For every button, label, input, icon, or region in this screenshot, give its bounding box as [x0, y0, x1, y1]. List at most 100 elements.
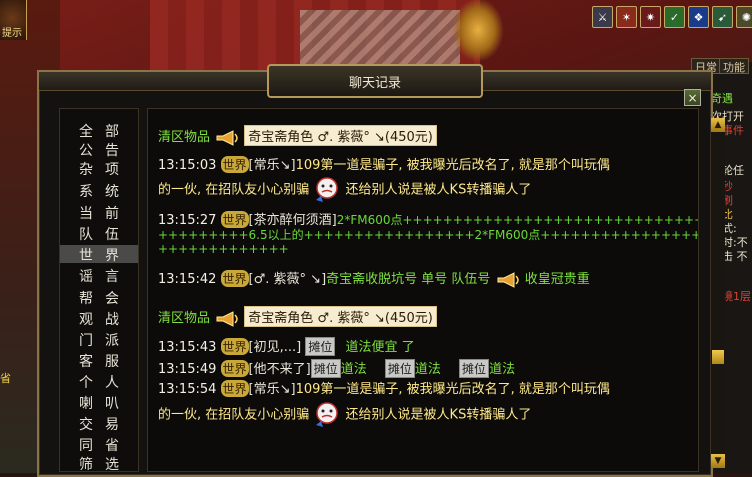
channel-sidebar: 全部 公告 杂项 系统 当前 队伍 世界 谣言 帮会 观战 门派 客服 个人 喇…: [59, 108, 139, 472]
scroll-down-button[interactable]: ▼: [711, 454, 725, 468]
close-button[interactable]: ×: [684, 89, 701, 106]
message-time: 13:15:49: [158, 362, 217, 377]
scroll-up-button[interactable]: ▲: [711, 118, 725, 132]
channel-label: 帮: [79, 291, 93, 307]
channel-badge[interactable]: 世界: [220, 360, 249, 377]
channel-label: 筛: [79, 457, 93, 470]
channel-world[interactable]: 世界: [60, 245, 138, 264]
channel-team[interactable]: 队伍: [60, 224, 138, 243]
channel-badge[interactable]: 世界: [220, 156, 249, 173]
player-character[interactable]: [452, 0, 504, 62]
channel-rumor[interactable]: 谣言: [60, 266, 138, 285]
hint-corner-button[interactable]: 提示: [0, 0, 27, 40]
player-name[interactable]: [常乐↘]: [249, 158, 296, 173]
channel-label: 当: [79, 206, 93, 222]
stall-link[interactable]: 摊位: [310, 359, 341, 378]
channel-sect[interactable]: 门派: [60, 330, 138, 349]
channel-label: 服: [105, 354, 119, 370]
message-text: 还给别人说是被人KS转播骗人了: [345, 407, 532, 423]
blue-skill-icon[interactable]: ❖: [688, 6, 709, 28]
item-link[interactable]: 奇宝斋角色 ♂. 紫薇° ↘(450元): [244, 125, 437, 146]
stall-link[interactable]: 摊位: [384, 359, 415, 378]
message-text: 奇宝斋收脱坑号 单号 队伍号: [326, 272, 491, 287]
channel-label: 观: [79, 312, 93, 328]
chat-line: 13:15:43 世界 [初见,...] 摊位 道法便宜 了: [158, 336, 415, 356]
message-text: 109第一道是骗子, 被我曝光后改名了, 就是那个叫玩偶: [295, 382, 610, 397]
channel-label: 同: [79, 438, 93, 454]
chat-line: 13:15:54 世界 [常乐↘]109第一道是骗子, 被我曝光后改名了, 就是那…: [158, 378, 610, 397]
channel-label: 选: [105, 457, 119, 470]
channel-label: 谣: [79, 269, 93, 285]
channel-label: 会: [105, 291, 119, 307]
chat-messages-area: 清区物品 奇宝斋角色 ♂. 紫薇° ↘(450元) 13:15:03 世界 [常乐…: [147, 108, 699, 472]
left-clipped-text: 省: [0, 372, 11, 385]
channel-all[interactable]: 全部: [60, 121, 138, 140]
channel-service[interactable]: 客服: [60, 351, 138, 370]
strike-skill-icon[interactable]: ✷: [640, 6, 661, 28]
chat-log-window: 聊天记录 × 全部 公告 杂项 系统 当前 队伍 世界 谣言 帮会 观战 门派 …: [37, 64, 725, 477]
stall-link[interactable]: 摊位: [459, 359, 490, 378]
message-text: 道法: [340, 362, 367, 377]
channel-filter[interactable]: 筛选: [60, 454, 138, 470]
player-name[interactable]: [常乐↘]: [249, 382, 296, 397]
message-text: +++++++++6.5以上的+++++++++++++++++2*FM600点…: [158, 228, 698, 242]
tab-function[interactable]: 功能: [719, 58, 749, 74]
message-time: 13:15:03: [158, 158, 217, 173]
channel-personal[interactable]: 个人: [60, 372, 138, 391]
message-text: +++++++++++++: [158, 242, 289, 256]
player-name[interactable]: [♂. 紫薇° ↘]: [249, 272, 327, 287]
channel-label: 派: [105, 333, 119, 349]
sword-skill-icon[interactable]: ⚔: [592, 6, 613, 28]
channel-horn[interactable]: 喇叭: [60, 393, 138, 412]
channel-label: 系: [79, 184, 93, 200]
channel-current[interactable]: 当前: [60, 203, 138, 222]
channel-label: 交: [79, 417, 93, 433]
skill-bar: ⚔ ✶ ✷ ✓ ❖ ➹ ✺: [592, 6, 752, 28]
channel-badge[interactable]: 世界: [220, 338, 249, 355]
message-text: 收皇冠贵重: [524, 272, 590, 287]
emoticon-icon: [316, 177, 339, 202]
fire-skill-icon[interactable]: ✶: [616, 6, 637, 28]
wind-skill-icon[interactable]: ✺: [736, 6, 752, 28]
message-text: 的一伙, 在招队友小心别骗: [158, 407, 310, 423]
channel-label: 公: [79, 143, 93, 159]
stall-link[interactable]: 摊位: [305, 337, 336, 356]
channel-system[interactable]: 系统: [60, 181, 138, 200]
chat-line: 的一伙, 在招队友小心别骗 还给别人说是被人KS转播骗人了: [158, 176, 531, 204]
player-name[interactable]: [他不来了]: [249, 362, 311, 377]
channel-province[interactable]: 同省: [60, 435, 138, 454]
scroll-thumb[interactable]: [712, 350, 724, 364]
channel-spectate[interactable]: 观战: [60, 309, 138, 328]
channel-badge[interactable]: 世界: [220, 270, 249, 287]
chat-line: 的一伙, 在招队友小心别骗 还给别人说是被人KS转播骗人了: [158, 401, 531, 429]
message-time: 13:15:43: [158, 340, 217, 355]
channel-label: 世: [79, 248, 93, 264]
channel-label: 告: [105, 143, 119, 159]
chat-scrollbar[interactable]: ▲ ▼: [710, 118, 725, 468]
channel-label: 战: [105, 312, 119, 328]
message-prefix: 清区物品: [158, 130, 211, 145]
channel-misc[interactable]: 杂项: [60, 159, 138, 178]
channel-label: 全: [79, 124, 93, 140]
message-time: 13:15:42: [158, 272, 217, 287]
channel-label: 喇: [79, 396, 93, 412]
message-prefix: 清区物品: [158, 311, 211, 326]
item-link[interactable]: 奇宝斋角色 ♂. 紫薇° ↘(450元): [244, 306, 437, 327]
chat-line: 13:15:49 世界 [他不来了] 摊位 道法 摊位 道法 摊位 道法: [158, 358, 515, 378]
channel-label: 叭: [105, 396, 119, 412]
channel-label: 客: [79, 354, 93, 370]
channel-announcement[interactable]: 公告: [60, 140, 138, 159]
message-text: 109第一道是骗子, 被我曝光后改名了, 就是那个叫玩偶: [295, 158, 610, 173]
channel-guild[interactable]: 帮会: [60, 288, 138, 307]
player-name[interactable]: [初见,...]: [249, 340, 302, 355]
check-skill-icon[interactable]: ✓: [664, 6, 685, 28]
chat-line: 13:15:42 世界 [♂. 紫薇° ↘]奇宝斋收脱坑号 单号 队伍号 收皇冠贵…: [158, 268, 590, 289]
chat-line: 清区物品 奇宝斋角色 ♂. 紫薇° ↘(450元): [158, 306, 437, 328]
panel-line[interactable]: 奇遇: [711, 90, 733, 106]
channel-trade[interactable]: 交易: [60, 414, 138, 433]
channel-badge[interactable]: 世界: [220, 380, 249, 397]
rush-skill-icon[interactable]: ➹: [712, 6, 733, 28]
chat-line: 清区物品 奇宝斋角色 ♂. 紫薇° ↘(450元): [158, 125, 437, 147]
window-title: 聊天记录: [348, 75, 401, 91]
channel-label: 统: [105, 184, 119, 200]
